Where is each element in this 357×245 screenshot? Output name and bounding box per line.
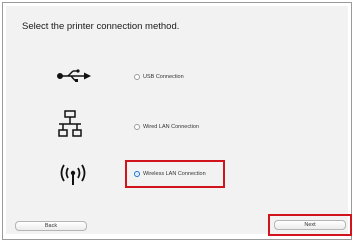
wireless-lan-connection-option[interactable]: Wireless LAN Connection xyxy=(134,171,206,177)
wireless-icon xyxy=(58,164,88,186)
wired-network-icon xyxy=(58,110,82,140)
wired-lan-connection-option[interactable]: Wired LAN Connection xyxy=(134,124,199,130)
wireless-lan-connection-label: Wireless LAN Connection xyxy=(143,171,206,177)
usb-connection-label: USB Connection xyxy=(143,74,184,80)
wired-lan-connection-label: Wired LAN Connection xyxy=(143,124,199,130)
wired-lan-connection-radio[interactable] xyxy=(134,124,140,130)
next-button[interactable]: Next xyxy=(274,220,346,230)
dialog-panel: Select the printer connection method. US… xyxy=(6,6,352,236)
usb-connection-option[interactable]: USB Connection xyxy=(134,74,184,80)
dialog-frame: Select the printer connection method. US… xyxy=(2,2,352,240)
usb-icon xyxy=(56,68,92,84)
dialog-title: Select the printer connection method. xyxy=(22,21,180,32)
wireless-lan-connection-radio[interactable] xyxy=(134,171,140,177)
usb-connection-radio[interactable] xyxy=(134,74,140,80)
back-button[interactable]: Back xyxy=(15,221,87,231)
